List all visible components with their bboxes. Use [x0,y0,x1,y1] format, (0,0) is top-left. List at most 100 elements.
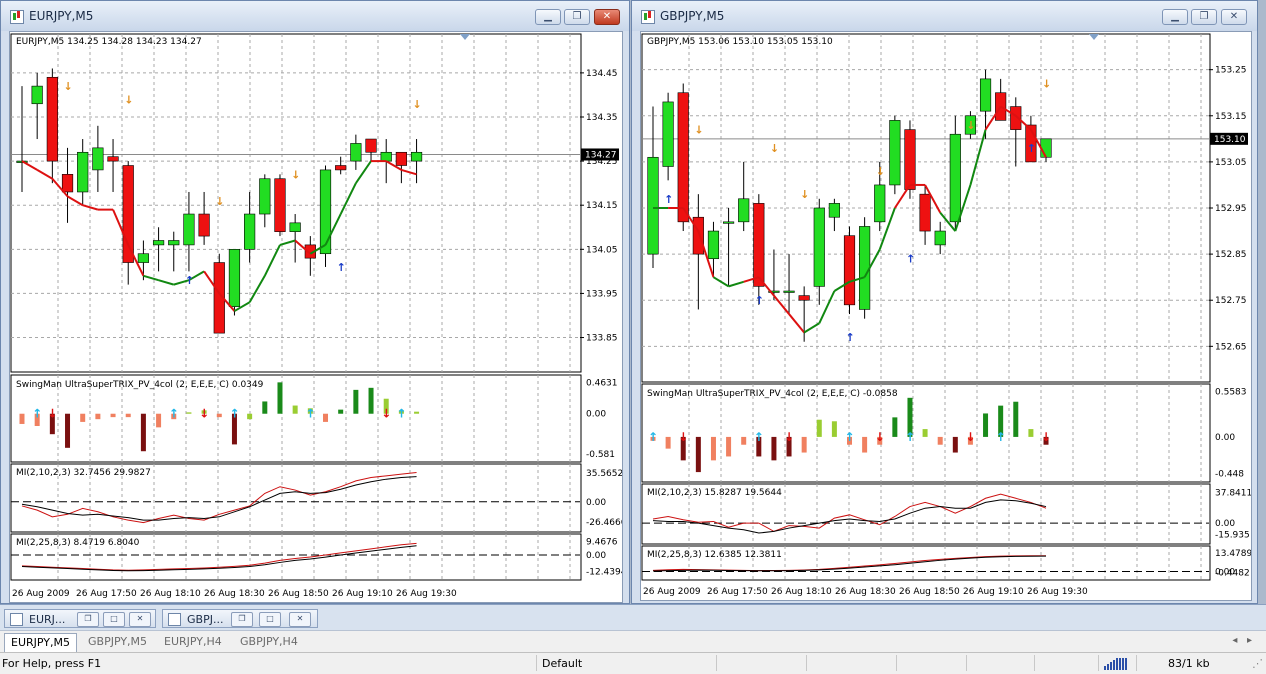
minimized-window-eurjpy[interactable]: EURJ... ❐ □ ✕ [4,609,156,628]
indicator-label: MI(2,10,2,3) 32.7456 29.9827 [16,468,151,478]
indicator-tick-label: -0.581 [586,450,615,460]
minimize-icon: ▁ [544,11,552,22]
candle [919,193,931,232]
histogram-bar [323,413,329,422]
candle [107,156,119,162]
indicator-tick-label: 13.4789 [1215,549,1251,559]
candle [828,203,840,218]
minimized-window-gbpjpy[interactable]: GBPJ... ❐ □ ✕ [162,609,318,628]
candle [692,216,704,255]
histogram-signal-arrow: ↓ [875,430,885,444]
histogram-bar [710,436,716,461]
candle [259,178,271,215]
candle [753,203,765,287]
time-axis-label: 26 Aug 18:30 [835,587,896,597]
tab-scroll-arrows[interactable]: ◂ ▸ [1232,635,1252,646]
candle [244,213,256,250]
candle [783,290,795,293]
candle [677,92,689,223]
maximize-icon[interactable]: □ [103,612,125,627]
chart-svg[interactable]: 134.45134.35134.25134.15134.05133.95133.… [10,32,627,602]
histogram-bar [816,419,822,437]
candle [662,101,674,167]
histogram-signal-arrow: ↑ [845,430,855,444]
time-axis-label: 26 Aug 2009 [12,589,70,599]
time-axis-label: 26 Aug 18:50 [899,587,960,597]
signal-arrow: ↓ [876,165,885,178]
indicator-tick-label: 0.00 [1215,519,1235,529]
candle [168,240,180,246]
maximize-icon: ❐ [572,11,582,22]
close-button[interactable]: ✕ [594,9,620,25]
maximize-button[interactable]: ❐ [564,9,590,25]
signal-arrow: ↓ [800,188,809,201]
restore-icon[interactable]: ❐ [231,612,253,627]
minimized-window-label: GBPJ... [187,613,224,626]
indicator-tick-label: 0.00 [586,551,606,561]
histogram-bar [338,409,344,414]
time-axis-label: 26 Aug 17:50 [76,589,137,599]
window-titlebar[interactable]: GBPJPY,M5 ▁ ❐ ✕ [632,1,1257,31]
time-axis-label: 26 Aug 18:30 [204,589,265,599]
chart-window-icon [641,10,655,24]
chart-window-icon [10,10,24,24]
indicator-label: MI(2,25,8,3) 8.4719 6.8040 [16,538,140,548]
chart-window-gbpjpy[interactable]: GBPJPY,M5 ▁ ❐ ✕ 153.25 153.15 153.05 152.95… [631,0,1258,604]
maximize-button[interactable]: ❐ [1191,9,1217,25]
tab-gbpjpy-m5[interactable]: GBPJPY,M5 [82,633,153,651]
histogram-bar [368,387,374,414]
status-separator [896,655,897,671]
histogram-bar [862,436,868,453]
candle [647,156,659,255]
status-separator [1136,655,1137,671]
candle [365,138,377,153]
histogram-signal-arrow: ↓ [965,430,975,444]
histogram-bar [922,429,928,437]
resize-grip-icon[interactable]: ⋰ [1252,657,1263,670]
tab-gbpjpy-h4[interactable]: GBPJPY,H4 [234,633,304,651]
chart-svg[interactable]: 153.25 153.15 153.05 152.95 152.85 152.75 152.… [641,32,1252,600]
histogram-bar [277,382,283,414]
histogram-signal-arrow: ↓ [381,407,391,421]
signal-arrow: ↓ [1042,78,1051,91]
histogram-signal-arrow: ↑ [229,407,239,421]
indicator-tick-label: 0.4631 [586,378,618,388]
close-icon[interactable]: ✕ [289,612,311,627]
histogram-bar [292,405,298,414]
restore-icon[interactable]: ❐ [77,612,99,627]
close-icon[interactable]: ✕ [129,612,151,627]
window-titlebar[interactable]: EURJPY,M5 ▁ ❐ ✕ [1,1,629,31]
indicator-tick-label: 0.00 [1215,433,1235,443]
window-title: EURJPY,M5 [29,9,94,23]
current-price-label: 153.10 [1214,135,1246,145]
signal-arrow: ↓ [694,124,703,137]
chart-area[interactable]: 153.25 153.15 153.05 152.95 152.85 152.75 152.… [640,31,1252,601]
indicator-label: MI(2,10,2,3) 15.8287 19.5644 [647,488,782,498]
candle [335,165,347,171]
signal-arrow: ↓ [966,119,975,132]
maximize-icon[interactable]: □ [259,612,281,627]
chart-window-icon [168,613,181,626]
minimize-button[interactable]: ▁ [1162,9,1188,25]
chart-area[interactable]: 134.45 134.35 134.25 134.15 134.05 133.95 133.… [9,31,627,603]
indicator-tick-label: 37.8411 [1215,488,1251,498]
tab-eurjpy-h4[interactable]: EURJPY,H4 [158,633,228,651]
histogram-bar [156,413,162,428]
signal-arrow: ↑ [906,253,915,266]
status-profile: Default [542,657,583,670]
time-axis-label: 26 Aug 18:50 [268,589,329,599]
chart-window-eurjpy[interactable]: EURJPY,M5 ▁ ❐ ✕ 134.45 134.35 134.25 134.15… [0,0,630,604]
status-separator [1098,655,1099,671]
histogram-bar [983,413,989,437]
histogram-bar [937,436,943,445]
indicator-tick-label: 9.4676 [586,538,618,548]
histogram-signal-arrow: ↓ [678,430,688,444]
tab-eurjpy-m5[interactable]: EURJPY,M5 [4,633,77,652]
candle [198,213,210,237]
time-axis-label: 26 Aug 17:50 [707,587,768,597]
minimize-button[interactable]: ▁ [535,9,561,25]
signal-arrow: ↓ [124,93,133,106]
signal-arrow: ↑ [664,193,673,206]
close-button[interactable]: ✕ [1221,9,1247,25]
price-tick-label: 134.45 [586,69,618,79]
